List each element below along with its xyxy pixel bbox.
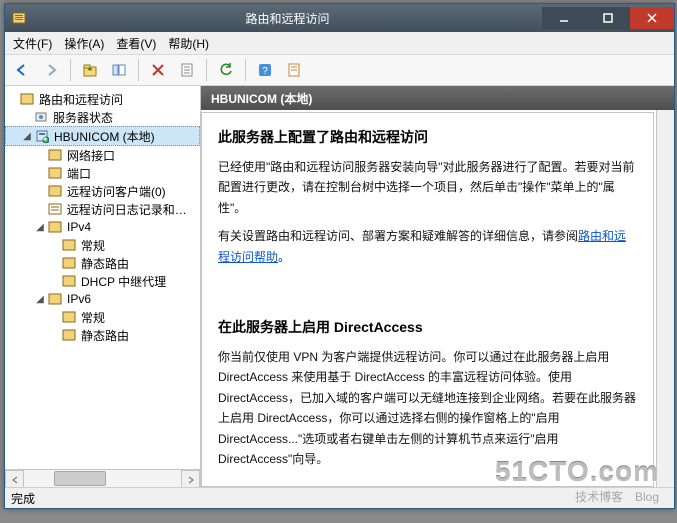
show-hide-tree-button[interactable] — [106, 57, 132, 83]
collapse-icon[interactable]: ◢ — [20, 131, 34, 142]
section2-paragraph1: 你当前仅使用 VPN 为客户端提供远程访问。你可以通过在此服务器上启用 Dire… — [218, 347, 637, 469]
section1-paragraph2: 有关设置路由和远程访问、部署方案和疑难解答的详细信息，请参阅路由和远程访问帮助。 — [218, 226, 637, 267]
tree-pane: 路由和远程访问 服务器状态 ◢ HBUNICOM (本地) 网络接口 — [5, 86, 201, 487]
page-icon — [19, 91, 35, 107]
main-area: 路由和远程访问 服务器状态 ◢ HBUNICOM (本地) 网络接口 — [5, 86, 674, 487]
tree-label: 远程访问日志记录和策略 — [67, 201, 196, 218]
title-bar: 路由和远程访问 — [5, 4, 674, 32]
tree-label: DHCP 中继代理 — [81, 273, 166, 290]
separator — [206, 59, 207, 81]
scroll-right-button[interactable] — [181, 470, 200, 487]
content-header-title: HBUNICOM (本地) — [211, 90, 312, 107]
tree-label: 路由和远程访问 — [39, 91, 123, 108]
tree-ipv6[interactable]: ◢ IPv6 — [5, 290, 200, 308]
log-icon — [47, 201, 63, 217]
tree-label: 常规 — [81, 237, 105, 254]
server-icon — [34, 128, 50, 144]
page-icon — [61, 309, 77, 325]
tree-ipv4[interactable]: ◢ IPv4 — [5, 218, 200, 236]
status-text: 完成 — [11, 490, 35, 507]
menu-file[interactable]: 文件(F) — [11, 33, 54, 54]
content-body: 此服务器上配置了路由和远程访问 已经使用"路由和远程访问服务器安装向导"对此服务… — [201, 112, 654, 487]
properties-button[interactable] — [174, 57, 200, 83]
tree-ipv6-static[interactable]: 静态路由 — [5, 326, 200, 344]
tree-ports[interactable]: 端口 — [5, 164, 200, 182]
section1-p2a: 有关设置路由和远程访问、部署方案和疑难解答的详细信息，请参阅 — [218, 229, 578, 243]
tree-label: HBUNICOM (本地) — [54, 128, 155, 145]
up-level-button[interactable] — [77, 57, 103, 83]
separator — [70, 59, 71, 81]
page-icon — [47, 219, 63, 235]
delete-button[interactable] — [145, 57, 171, 83]
section1-paragraph1: 已经使用"路由和远程访问服务器安装向导"对此服务器进行了配置。若要对当前配置进行… — [218, 157, 637, 218]
tree-server-node[interactable]: ◢ HBUNICOM (本地) — [5, 126, 200, 146]
tree-remote-clients[interactable]: 远程访问客户端(0) — [5, 182, 200, 200]
menu-bar: 文件(F) 操作(A) 查看(V) 帮助(H) — [5, 32, 674, 55]
minimize-button[interactable] — [542, 7, 586, 29]
app-window: 路由和远程访问 文件(F) 操作(A) 查看(V) 帮助(H) ? — [4, 3, 675, 509]
tree-label: 网络接口 — [67, 147, 115, 164]
tree-horizontal-scrollbar[interactable] — [5, 469, 200, 487]
tree-ipv6-general[interactable]: 常规 — [5, 308, 200, 326]
tree-ipv4-general[interactable]: 常规 — [5, 236, 200, 254]
options-button[interactable] — [281, 57, 307, 83]
section1-title: 此服务器上配置了路由和远程访问 — [218, 127, 637, 147]
tree-label: 服务器状态 — [53, 109, 113, 126]
separator — [245, 59, 246, 81]
close-button[interactable] — [630, 7, 674, 29]
page-icon — [47, 291, 63, 307]
content-header: HBUNICOM (本地) — [201, 86, 674, 110]
svg-text:?: ? — [262, 66, 268, 77]
page-icon — [61, 237, 77, 253]
window-title: 路由和远程访问 — [33, 10, 542, 27]
page-icon — [47, 183, 63, 199]
refresh-button[interactable] — [213, 57, 239, 83]
server-status-icon — [33, 109, 49, 125]
forward-button[interactable] — [38, 57, 64, 83]
menu-help[interactable]: 帮助(H) — [166, 33, 211, 54]
tree-label: 端口 — [67, 165, 91, 182]
page-icon — [61, 255, 77, 271]
tree-network-interfaces[interactable]: 网络接口 — [5, 146, 200, 164]
scroll-left-button[interactable] — [5, 470, 24, 487]
tree-root[interactable]: 路由和远程访问 — [5, 90, 200, 108]
tree-ipv4-dhcp[interactable]: DHCP 中继代理 — [5, 272, 200, 290]
tree-view[interactable]: 路由和远程访问 服务器状态 ◢ HBUNICOM (本地) 网络接口 — [5, 86, 200, 469]
tree-ipv4-static[interactable]: 静态路由 — [5, 254, 200, 272]
menu-view[interactable]: 查看(V) — [114, 33, 158, 54]
scroll-thumb[interactable] — [54, 471, 106, 486]
collapse-icon[interactable]: ◢ — [33, 222, 47, 233]
menu-action[interactable]: 操作(A) — [62, 33, 106, 54]
status-bar: 完成 — [5, 487, 674, 508]
scroll-track[interactable] — [24, 470, 181, 487]
tree-label: 静态路由 — [81, 327, 129, 344]
separator — [138, 59, 139, 81]
tree-label: 常规 — [81, 309, 105, 326]
back-button[interactable] — [9, 57, 35, 83]
content-pane: HBUNICOM (本地) 此服务器上配置了路由和远程访问 已经使用"路由和远程… — [201, 86, 674, 487]
tree-label: 远程访问客户端(0) — [67, 183, 166, 200]
section1-p2b: 。 — [278, 250, 290, 264]
tree-label: IPv6 — [67, 292, 91, 306]
tree-remote-logs[interactable]: 远程访问日志记录和策略 — [5, 200, 200, 218]
tree-label: IPv4 — [67, 220, 91, 234]
toolbar: ? — [5, 55, 674, 86]
section2-title: 在此服务器上启用 DirectAccess — [218, 317, 637, 337]
maximize-button[interactable] — [586, 7, 630, 29]
help-button[interactable]: ? — [252, 57, 278, 83]
tree-label: 静态路由 — [81, 255, 129, 272]
page-icon — [47, 165, 63, 181]
content-vertical-scrollbar[interactable] — [656, 110, 674, 487]
tree-server-status[interactable]: 服务器状态 — [5, 108, 200, 126]
app-icon — [11, 10, 27, 26]
page-icon — [61, 273, 77, 289]
page-icon — [47, 147, 63, 163]
collapse-icon[interactable]: ◢ — [33, 294, 47, 305]
page-icon — [61, 327, 77, 343]
